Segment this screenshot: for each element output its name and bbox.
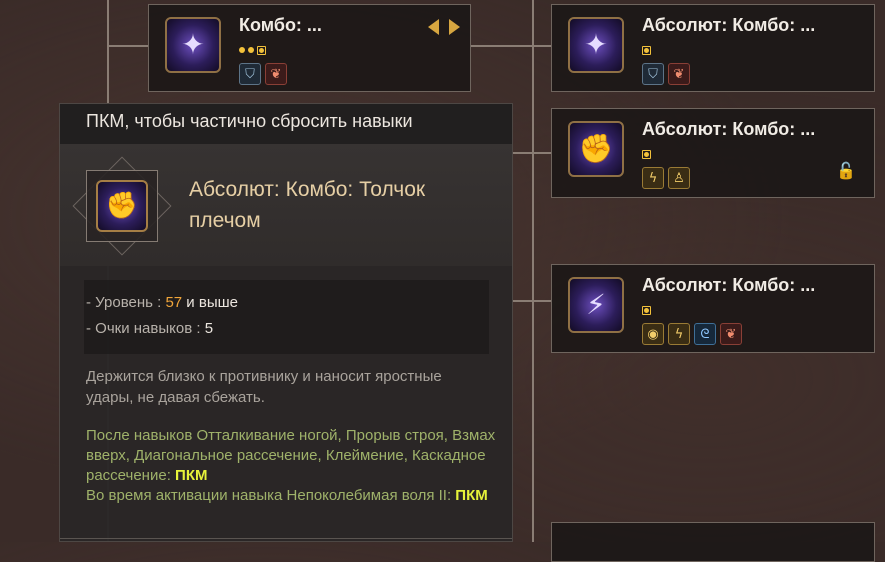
requirements-box: - Уровень : 57 и выше - Очки навыков : 5: [84, 280, 489, 354]
tree-connector: [513, 152, 552, 154]
key-hint-2: ПКМ: [455, 487, 488, 504]
arrow-right-icon[interactable]: [449, 19, 460, 35]
skill-title: Абсолют: Комбо: ...: [642, 119, 816, 139]
lock-icon[interactable]: 🔓: [836, 163, 856, 179]
tooltip-title-area: ✊ Абсолют: Комбо: Толчок плечом: [60, 144, 512, 266]
lightning-icon[interactable]: ϟ: [668, 323, 690, 345]
skill-level-dots: [642, 303, 651, 317]
figure-icon[interactable]: ♙: [668, 167, 690, 189]
tree-connector: [513, 300, 552, 302]
tree-connector: [532, 0, 534, 542]
shield-icon[interactable]: ⛉: [642, 63, 664, 85]
skill-level-dots: [642, 43, 651, 57]
skill-card[interactable]: [551, 522, 875, 562]
level-label: - Уровень :: [86, 294, 166, 311]
level-suffix: и выше: [182, 294, 238, 311]
skill-card[interactable]: ✦ Абсолют: Комбо: ... ⛉ ❦: [551, 4, 875, 92]
skill-icon: ✦: [165, 17, 221, 73]
tripod-description: После навыков Отталкивание ногой, Прорыв…: [86, 426, 496, 506]
reset-hint: ПКМ, чтобы частично сбросить навыки: [86, 111, 413, 131]
level-dot-selected: [642, 149, 651, 159]
tooltip-divider: [60, 538, 512, 539]
skill-icon: ✦: [568, 17, 624, 73]
skill-title: Абсолют: Комбо: ...: [642, 15, 816, 35]
points-label: - Очки навыков :: [86, 320, 205, 337]
tripod-text-1: После навыков Отталкивание ногой, Прорыв…: [86, 427, 496, 484]
skill-icon-frame: ✊: [72, 156, 172, 256]
skill-card[interactable]: ✊ Абсолют: Комбо: ... ϟ ♙ 🔓: [551, 108, 875, 198]
skill-title: Абсолют: Комбо: ...: [642, 275, 816, 295]
shield-icon[interactable]: ⛉: [239, 63, 261, 85]
feather-icon[interactable]: ❦: [668, 63, 690, 85]
eye-icon[interactable]: ◉: [642, 323, 664, 345]
level-dot-selected: [642, 45, 651, 55]
skill-icon: ✊: [96, 180, 148, 232]
skill-title: Комбо: ...: [239, 15, 322, 35]
arrow-left-icon[interactable]: [428, 19, 439, 35]
level-dot: [239, 47, 245, 53]
level-dot: [248, 47, 254, 53]
spiral-icon[interactable]: ᘓ: [694, 323, 716, 345]
key-hint-1: ПКМ: [175, 467, 208, 484]
level-dot-selected: [257, 45, 266, 55]
level-value: 57: [165, 294, 183, 311]
skill-card[interactable]: ✦ Комбо: ... ⛉ ❦: [148, 4, 471, 92]
tooltip-skill-name: Абсолют: Комбо: Толчок плечом: [189, 178, 426, 232]
skill-level-dots: [642, 147, 651, 161]
skill-icon: ✊: [568, 121, 624, 177]
lightning-icon[interactable]: ϟ: [642, 167, 664, 189]
tree-connector: [107, 45, 149, 47]
skill-tooltip: ПКМ, чтобы частично сбросить навыки ✊ Аб…: [59, 103, 513, 542]
skill-icon: ⚡: [568, 277, 624, 333]
level-dot-selected: [642, 305, 651, 315]
points-value: 5: [204, 320, 214, 337]
skill-description: Держится близко к противнику и наносит я…: [86, 368, 442, 406]
tree-connector: [471, 45, 552, 47]
tooltip-header: ПКМ, чтобы частично сбросить навыки: [60, 104, 512, 145]
feather-icon[interactable]: ❦: [265, 63, 287, 85]
skill-level-dots: [239, 43, 266, 57]
tripod-text-2: Во время активации навыка Непоколебимая …: [86, 487, 456, 504]
points-requirement: - Очки навыков : 5: [86, 320, 213, 337]
skill-card[interactable]: ⚡ Абсолют: Комбо: ... ◉ ϟ ᘓ ❦: [551, 264, 875, 353]
feather-icon[interactable]: ❦: [720, 323, 742, 345]
level-requirement: - Уровень : 57 и выше: [86, 294, 238, 311]
